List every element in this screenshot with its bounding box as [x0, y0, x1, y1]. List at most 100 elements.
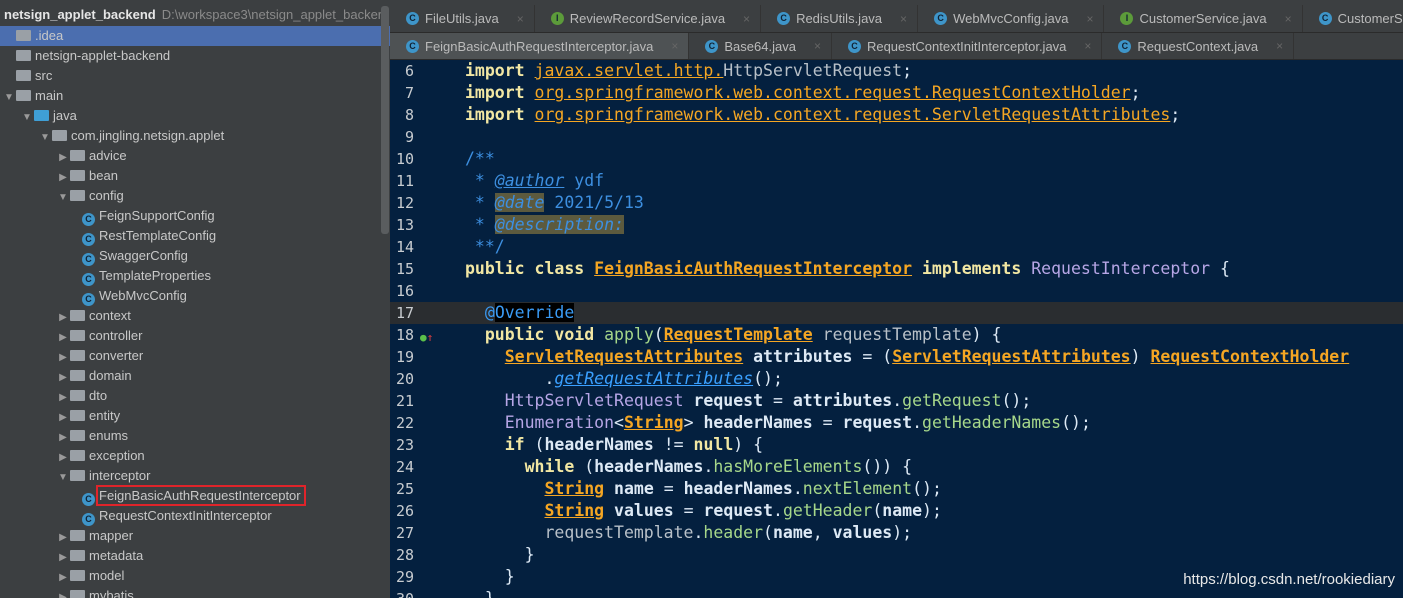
code-line[interactable]: 24 while (headerNames.hasMoreElements())… — [390, 456, 1403, 478]
tree-item[interactable]: ▶ entity — [0, 406, 390, 426]
tree-item[interactable]: ▼ com.jingling.netsign.applet — [0, 126, 390, 146]
tree-item[interactable]: C FeignBasicAuthRequestInterceptor — [0, 485, 390, 506]
code-line[interactable]: 20 .getRequestAttributes(); — [390, 368, 1403, 390]
expand-arrow-closed-icon[interactable]: ▶ — [56, 388, 70, 408]
editor-tab[interactable]: C Base64.java × — [689, 33, 832, 59]
editor: C FileUtils.java × I ReviewRecordService.jav… — [390, 0, 1403, 598]
tree-item[interactable]: ▶ exception — [0, 446, 390, 466]
class-icon: C — [934, 12, 948, 25]
editor-tab[interactable]: I CustomerService.java × — [1104, 5, 1303, 32]
close-tab-icon[interactable]: × — [1285, 12, 1292, 26]
tree-item[interactable]: ▶ enums — [0, 426, 390, 446]
tree-item[interactable]: ▶ dto — [0, 386, 390, 406]
code-line[interactable]: 26 String values = request.getHeader(nam… — [390, 500, 1403, 522]
tree-item[interactable]: ▶ metadata — [0, 546, 390, 566]
editor-tab[interactable]: C FeignBasicAuthRequestInterceptor.java × — [390, 33, 690, 59]
code-line[interactable]: 11 * @author ydf — [390, 170, 1403, 192]
close-tab-icon[interactable]: × — [900, 12, 907, 26]
code-area[interactable]: 6 import javax.servlet.http.HttpServletRe… — [390, 60, 1403, 598]
tree-item[interactable]: C SwaggerConfig — [0, 246, 390, 266]
code-line[interactable]: 19 ServletRequestAttributes attributes =… — [390, 346, 1403, 368]
code-line[interactable]: 15 public class FeignBasicAuthRequestInte… — [390, 258, 1403, 280]
tree-item[interactable]: ▶ mapper — [0, 526, 390, 546]
code-line[interactable]: 16 — [390, 280, 1403, 302]
expand-arrow-closed-icon[interactable]: ▶ — [56, 568, 70, 588]
tree-item[interactable]: ▶ converter — [0, 346, 390, 366]
tree-item[interactable]: netsign-applet-backend — [0, 46, 390, 66]
code-line[interactable]: 25 String name = headerNames.nextElement… — [390, 478, 1403, 500]
editor-tab[interactable]: I ReviewRecordService.java × — [535, 5, 762, 32]
tree-item[interactable]: ▶ context — [0, 306, 390, 326]
editor-tab[interactable]: CCustomerService× — [1303, 5, 1403, 32]
code-line[interactable]: 13 * @description: — [390, 214, 1403, 236]
tree-item[interactable]: src — [0, 66, 390, 86]
editor-tab[interactable]: C RedisUtils.java × — [761, 5, 919, 32]
expand-arrow-closed-icon[interactable]: ▶ — [56, 168, 70, 188]
expand-arrow-closed-icon[interactable]: ▶ — [56, 408, 70, 428]
expand-arrow-closed-icon[interactable]: ▶ — [56, 368, 70, 388]
close-tab-icon[interactable]: × — [1086, 12, 1093, 26]
code-line[interactable]: 27 requestTemplate.header(name, values); — [390, 522, 1403, 544]
close-tab-icon[interactable]: × — [671, 39, 678, 53]
expand-arrow-open-icon[interactable]: ▼ — [20, 108, 34, 128]
line-number: 23 — [395, 436, 414, 454]
code-line[interactable]: 8 import org.springframework.web.context.… — [390, 104, 1403, 126]
tree-item[interactable]: ▼ config — [0, 186, 390, 206]
expand-arrow-closed-icon[interactable]: ▶ — [56, 528, 70, 548]
code-line[interactable]: 17 @Override — [390, 302, 1403, 324]
close-tab-icon[interactable]: × — [1084, 39, 1091, 53]
tree-item[interactable]: C RequestContextInitInterceptor — [0, 506, 390, 526]
code-line[interactable]: 10 /** — [390, 148, 1403, 170]
tree-item[interactable]: .idea — [0, 26, 390, 46]
close-tab-icon[interactable]: × — [517, 12, 524, 26]
code-text: HttpServletRequest request = attributes.… — [465, 390, 1032, 412]
expand-arrow-open-icon[interactable]: ▼ — [56, 188, 70, 208]
tree-item[interactable]: ▶ controller — [0, 326, 390, 346]
tree-item[interactable]: ▼ java — [0, 106, 390, 126]
editor-tab[interactable]: C RequestContext.java × — [1102, 33, 1295, 59]
expand-arrow-closed-icon[interactable]: ▶ — [56, 548, 70, 568]
code-line[interactable]: 30 } — [390, 588, 1403, 598]
tree-item[interactable]: ▼ interceptor — [0, 466, 390, 486]
code-line[interactable]: 7 import org.springframework.web.context.… — [390, 82, 1403, 104]
expand-arrow-closed-icon[interactable]: ▶ — [56, 148, 70, 168]
code-line[interactable]: 23 if (headerNames != null) { — [390, 434, 1403, 456]
close-tab-icon[interactable]: × — [1276, 39, 1283, 53]
expand-arrow-closed-icon[interactable]: ▶ — [56, 348, 70, 368]
expand-arrow-open-icon[interactable]: ▼ — [56, 468, 70, 488]
expand-arrow-closed-icon[interactable]: ▶ — [56, 588, 70, 598]
code-token: RequestInterceptor — [1031, 259, 1211, 278]
expand-arrow-closed-icon[interactable]: ▶ — [56, 308, 70, 328]
tree-item[interactable]: ▶ domain — [0, 366, 390, 386]
editor-tab[interactable]: C FileUtils.java × — [390, 5, 535, 32]
expand-arrow-open-icon[interactable]: ▼ — [38, 128, 52, 148]
code-line[interactable]: 9 — [390, 126, 1403, 148]
expand-arrow-closed-icon[interactable]: ▶ — [56, 328, 70, 348]
tree-item[interactable]: ▶ mybatis — [0, 586, 390, 598]
code-line[interactable]: 22 Enumeration<String> headerNames = req… — [390, 412, 1403, 434]
tree-item[interactable]: ▶ advice — [0, 146, 390, 166]
sidebar-scrollbar[interactable] — [381, 6, 389, 234]
code-line[interactable]: 21 HttpServletRequest request = attribut… — [390, 390, 1403, 412]
tree-item[interactable]: C RestTemplateConfig — [0, 226, 390, 246]
expand-arrow-open-icon[interactable]: ▼ — [2, 88, 16, 108]
code-line[interactable]: 18 ●↑ public void apply(RequestTemplate r… — [390, 324, 1403, 346]
tree-item[interactable]: C WebMvcConfig — [0, 286, 390, 306]
editor-tab[interactable]: C RequestContextInitInterceptor.java × — [832, 33, 1103, 59]
expand-arrow-closed-icon[interactable]: ▶ — [56, 428, 70, 448]
code-token: getHeaderNames — [922, 413, 1062, 432]
code-line[interactable]: 6 import javax.servlet.http.HttpServletRe… — [390, 60, 1403, 82]
tree-item[interactable]: ▼ main — [0, 86, 390, 106]
close-tab-icon[interactable]: × — [743, 12, 750, 26]
code-token: } — [465, 589, 495, 598]
tree-item[interactable]: C FeignSupportConfig — [0, 206, 390, 226]
code-line[interactable]: 28 } — [390, 544, 1403, 566]
editor-tab[interactable]: C WebMvcConfig.java × — [918, 5, 1105, 32]
code-line[interactable]: 14 **/ — [390, 236, 1403, 258]
expand-arrow-closed-icon[interactable]: ▶ — [56, 448, 70, 468]
tree-item[interactable]: ▶ bean — [0, 166, 390, 186]
tree-item[interactable]: ▶ model — [0, 566, 390, 586]
tree-item[interactable]: C TemplateProperties — [0, 266, 390, 286]
code-line[interactable]: 12 * @date 2021/5/13 — [390, 192, 1403, 214]
close-tab-icon[interactable]: × — [814, 39, 821, 53]
